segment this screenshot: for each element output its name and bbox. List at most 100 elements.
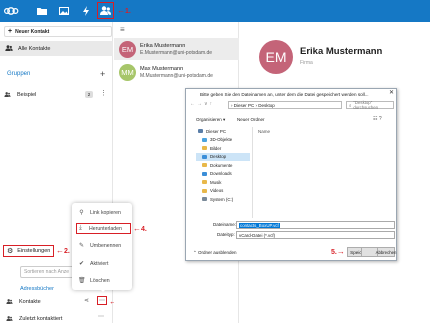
- tree-label: Videos: [210, 188, 224, 194]
- groups-heading: Gruppen: [7, 71, 31, 77]
- menu-icon[interactable]: ≡: [120, 25, 125, 34]
- dialog-title-text: Bitte geben Sie den Dateinamen an, unter…: [200, 91, 369, 97]
- addressbook-item-recent[interactable]: Zuletzt kontaktiert: [6, 314, 106, 323]
- addressbook-more-icon[interactable]: ⋯: [98, 313, 104, 320]
- new-contact-label: Neuer Kontakt: [15, 28, 50, 35]
- contact-detail-avatar[interactable]: EM: [259, 40, 293, 74]
- check-icon: ✔: [78, 261, 85, 267]
- menu-item-label: Umbenennen: [90, 242, 122, 249]
- gear-icon: ⚙: [7, 248, 14, 255]
- tree-label: Musik: [210, 179, 222, 185]
- addressbook-label: Kontakte: [19, 299, 41, 305]
- settings-button[interactable]: ⚙ Einstellungen: [3, 245, 54, 257]
- tree-item[interactable]: Dieser PC: [196, 127, 250, 136]
- cancel-label: Abbrechen: [375, 249, 397, 255]
- nextcloud-logo-icon[interactable]: [3, 3, 19, 19]
- new-contact-button[interactable]: + Neuer Kontakt: [4, 26, 112, 37]
- menu-item-download[interactable]: ⤓ Herunterladen: [76, 223, 131, 234]
- tree-label: 3D-Objekte: [210, 137, 233, 143]
- desktop-icon: [202, 154, 207, 159]
- videos-folder-icon: [202, 188, 207, 193]
- tree-item[interactable]: 3D-Objekte: [196, 136, 250, 145]
- filetype-label: Dateityp:: [217, 232, 235, 237]
- menu-item-label: Löschen: [90, 277, 110, 284]
- search-placeholder: "Desktop" durchsuchen: [353, 100, 379, 110]
- menu-item-copy-link[interactable]: ⚲ Link kopieren: [78, 207, 130, 218]
- contact-name: Max Mustermann: [140, 65, 184, 72]
- downloads-folder-icon: [202, 171, 207, 176]
- app-root: ←1. + Neuer Kontakt Alle Kontakte Gruppe…: [0, 0, 430, 323]
- contact-row[interactable]: MM Max Mustermann M.Mustermann@uni-potsd…: [114, 61, 239, 83]
- music-folder-icon: [202, 180, 207, 185]
- menu-item-label: Aktiviert: [90, 260, 109, 267]
- column-header-name[interactable]: Name: [258, 129, 270, 134]
- avatar: EM: [119, 40, 136, 58]
- contact-detail-name[interactable]: Erika Mustermann: [300, 46, 382, 57]
- company-field[interactable]: Firma: [300, 60, 313, 66]
- organize-button[interactable]: Organisieren ▾: [196, 117, 225, 123]
- menu-item-label: Herunterladen: [89, 225, 122, 232]
- menu-item-delete[interactable]: 🗑 Löschen: [78, 275, 130, 286]
- path-breadcrumb[interactable]: › Dieser PC › Desktop: [228, 101, 342, 109]
- close-icon[interactable]: ✕: [389, 89, 394, 96]
- photos-icon[interactable]: [56, 3, 72, 19]
- folder-tree: Dieser PC 3D-Objekte Bilder Desktop Doku…: [196, 127, 250, 222]
- filename-label: Dateiname:: [213, 222, 237, 227]
- contact-name: Erika Mustermann: [140, 42, 186, 49]
- contact-row[interactable]: EM Erika Mustermann E.Mustermann@uni-pot…: [114, 38, 239, 60]
- tree-item[interactable]: System (C:): [196, 195, 250, 204]
- contacts-icon[interactable]: [97, 2, 114, 19]
- hide-folders-label: Ordner ausblenden: [198, 250, 237, 255]
- filetype-value: vCard-Datei (*.vcf): [239, 232, 276, 238]
- files-icon[interactable]: [34, 3, 50, 19]
- filename-value: contacts_BoxUP.vcf: [239, 222, 280, 228]
- sidebar-item-group-beispiel[interactable]: Beispiel: [4, 90, 110, 100]
- addressbook-more-button[interactable]: ⋯: [97, 296, 107, 305]
- filetype-select[interactable]: vCard-Datei (*.vcf): [236, 231, 395, 239]
- download-icon: ⤓: [79, 225, 82, 231]
- addressbook-item-kontakte[interactable]: Kontakte: [6, 297, 106, 307]
- tree-item-selected[interactable]: Desktop: [196, 152, 250, 161]
- new-folder-button[interactable]: Neuer Ordner: [237, 117, 265, 122]
- tree-label: System (C:): [210, 196, 234, 202]
- step-4-annotation: ←4.: [133, 224, 147, 233]
- pencil-icon: ✎: [78, 243, 85, 249]
- tree-label: Dieser PC: [206, 128, 227, 134]
- menu-item-rename[interactable]: ✎ Umbenennen: [78, 240, 130, 251]
- tree-label: Desktop: [210, 154, 227, 160]
- tree-item[interactable]: Videos: [196, 187, 250, 196]
- tree-item[interactable]: Bilder: [196, 144, 250, 153]
- sidebar-item-all-contacts[interactable]: Alle Kontakte: [0, 41, 113, 56]
- all-contacts-label: Alle Kontakte: [18, 45, 51, 52]
- tree-label: Bilder: [210, 145, 222, 151]
- tree-label: Downloads: [210, 171, 232, 177]
- step-1-annotation: ←1.: [117, 6, 131, 15]
- hide-folders-toggle[interactable]: ⌃ Ordner ausblenden: [193, 250, 237, 256]
- group-icon: [4, 91, 11, 99]
- link-icon: ⚲: [79, 210, 84, 216]
- filename-input[interactable]: contacts_BoxUP.vcf: [236, 221, 395, 229]
- group-more-icon[interactable]: ⋮: [100, 89, 107, 97]
- menu-item-enabled[interactable]: ✔ Aktiviert: [78, 258, 130, 269]
- context-menu-caret: [99, 288, 107, 292]
- computer-icon: [198, 129, 203, 134]
- cancel-button[interactable]: Abbrechen: [375, 247, 397, 257]
- search-input[interactable]: ⌕ "Desktop" durchsuchen: [346, 100, 394, 110]
- dialog-title: Bitte geben Sie den Dateinamen an, unter…: [186, 89, 396, 99]
- search-icon: ⌕: [349, 102, 352, 108]
- menu-item-label: Link kopieren: [90, 209, 121, 216]
- avatar: MM: [119, 63, 136, 81]
- share-icon[interactable]: ⋖: [84, 297, 89, 304]
- add-group-button[interactable]: +: [100, 69, 105, 79]
- contacts-group-icon: [5, 44, 13, 53]
- plus-icon: +: [8, 28, 13, 35]
- contact-email: M.Mustermann@uni-potsdam.de: [140, 72, 213, 79]
- tree-item[interactable]: Dokumente: [196, 161, 250, 170]
- nav-arrows-icon[interactable]: ←→∨↑: [190, 101, 214, 107]
- tree-item[interactable]: Musik: [196, 178, 250, 187]
- tree-label: Dokumente: [210, 162, 233, 168]
- tree-item[interactable]: Downloads: [196, 170, 250, 179]
- activity-icon[interactable]: [78, 3, 94, 19]
- view-options-icon[interactable]: ☷ ?: [373, 116, 382, 122]
- group-count-badge: 2: [85, 91, 93, 98]
